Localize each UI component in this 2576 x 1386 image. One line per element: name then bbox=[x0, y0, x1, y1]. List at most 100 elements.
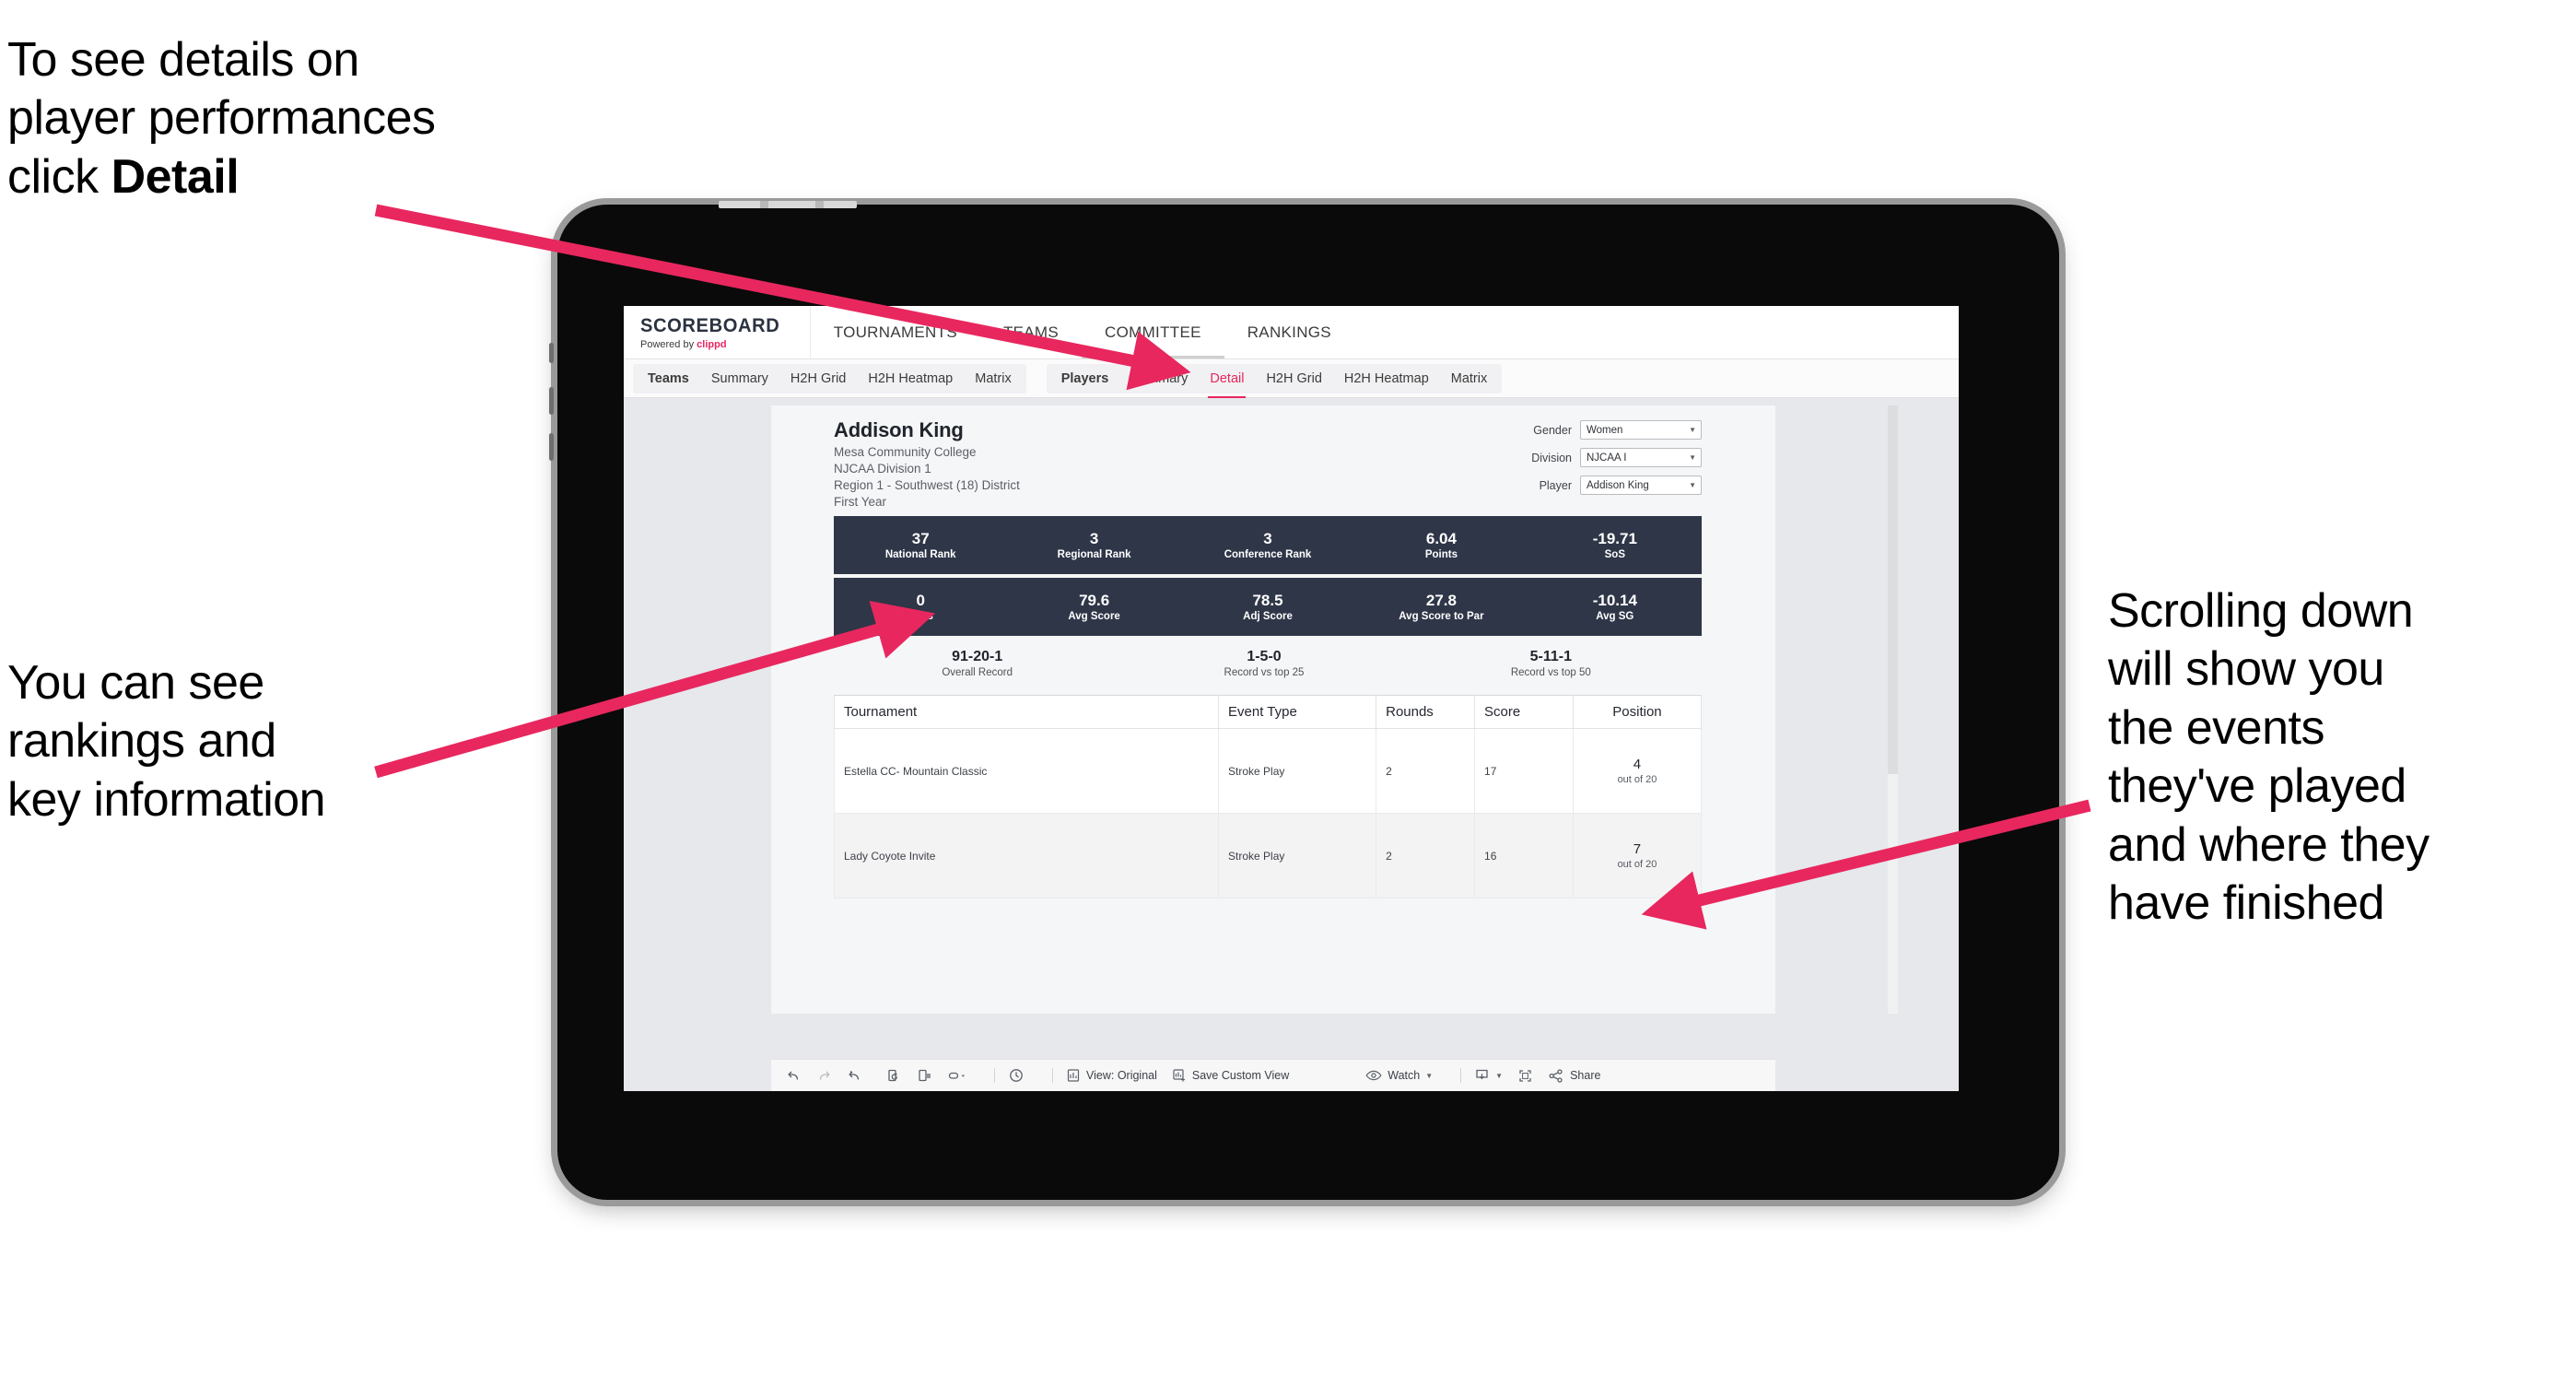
stat-label: SoS bbox=[1604, 549, 1626, 561]
vertical-scrollbar[interactable] bbox=[1888, 405, 1898, 1014]
events-table: Tournament Event Type Rounds Score Posit… bbox=[833, 695, 1703, 899]
position-value: 4 bbox=[1633, 757, 1642, 772]
player-region: Region 1 - Southwest (18) District bbox=[834, 478, 1020, 492]
subnav-teams-summary[interactable]: Summary bbox=[700, 364, 779, 393]
brand-subtitle: Powered by clippd bbox=[640, 339, 786, 350]
save-custom-view-button[interactable]: Save Custom View bbox=[1172, 1068, 1289, 1083]
stat-regional-rank: 3 Regional Rank bbox=[1007, 530, 1180, 561]
subnav-players-h2h-grid[interactable]: H2H Grid bbox=[1255, 364, 1332, 393]
filter-player-label: Player bbox=[1539, 478, 1572, 492]
save-custom-view-label: Save Custom View bbox=[1191, 1069, 1290, 1082]
column-header-tournament[interactable]: Tournament bbox=[833, 695, 1220, 729]
filter-panel: Gender Women ▼ Division NJCAA I ▼ Player… bbox=[1531, 420, 1702, 509]
stat-label: Wins bbox=[907, 611, 933, 623]
stat-conference-rank: 3 Conference Rank bbox=[1181, 530, 1354, 561]
subnav-players[interactable]: Players bbox=[1050, 364, 1120, 393]
stat-sos: -19.71 SoS bbox=[1528, 530, 1702, 561]
tablet-device-frame: SCOREBOARD Powered by clippd TOURNAMENTS… bbox=[549, 201, 2059, 1200]
cell-tournament: Lady Coyote Invite bbox=[833, 813, 1220, 899]
bottom-toolbar: View: Original Save Custom View Watch ▼ … bbox=[771, 1059, 1775, 1091]
stat-value: 3 bbox=[1263, 529, 1272, 547]
player-year: First Year bbox=[834, 495, 887, 509]
stat-value: 3 bbox=[1089, 529, 1099, 547]
nav-item-teams[interactable]: TEAMS bbox=[980, 306, 1082, 358]
stat-label: Adj Score bbox=[1243, 611, 1293, 623]
filter-division-select[interactable]: NJCAA I ▼ bbox=[1580, 448, 1702, 467]
tablet-speaker-grille bbox=[719, 201, 857, 208]
stat-label: Avg Score bbox=[1068, 611, 1120, 623]
refresh-data-button[interactable] bbox=[886, 1068, 902, 1084]
brand-title: SCOREBOARD bbox=[640, 314, 780, 336]
tablet-volume-up-button bbox=[549, 387, 554, 415]
revert-button[interactable] bbox=[847, 1068, 862, 1084]
subnav-players-summary[interactable]: Summary bbox=[1119, 364, 1199, 393]
report-content: Addison King Mesa Community College NJCA… bbox=[833, 418, 1703, 899]
record-overall: 91-20-1 Overall Record bbox=[834, 649, 1120, 678]
cell-score: 16 bbox=[1474, 813, 1574, 899]
view-original-button[interactable]: View: Original bbox=[1066, 1068, 1157, 1083]
scrollbar-thumb[interactable] bbox=[1888, 405, 1898, 774]
undo-button[interactable] bbox=[786, 1068, 802, 1084]
chevron-down-icon: ▼ bbox=[1495, 1071, 1504, 1080]
filter-player-select[interactable]: Addison King ▼ bbox=[1580, 476, 1702, 495]
redo-button[interactable] bbox=[816, 1068, 832, 1084]
nav-item-rankings[interactable]: RANKINGS bbox=[1224, 306, 1354, 358]
history-clock-button[interactable] bbox=[1008, 1067, 1025, 1084]
cell-tournament: Estella CC- Mountain Classic bbox=[833, 728, 1220, 814]
clippd-name: clippd bbox=[697, 338, 727, 350]
filter-division-value: NJCAA I bbox=[1587, 452, 1627, 464]
table-row[interactable]: Lady Coyote Invite Stroke Play 2 16 7 ou… bbox=[833, 813, 1703, 899]
cell-event-type: Stroke Play bbox=[1218, 728, 1377, 814]
pause-updates-button[interactable] bbox=[917, 1068, 932, 1084]
stat-value: 78.5 bbox=[1252, 591, 1283, 609]
stat-label: National Rank bbox=[884, 549, 956, 561]
fullscreen-button[interactable] bbox=[1517, 1068, 1533, 1084]
toolbar-divider bbox=[1052, 1068, 1053, 1083]
record-label: Overall Record bbox=[942, 667, 1013, 678]
stat-label: Avg Score to Par bbox=[1399, 611, 1484, 623]
brand-logo[interactable]: SCOREBOARD Powered by clippd bbox=[624, 306, 811, 358]
stat-value: -19.71 bbox=[1592, 529, 1637, 547]
annotation-right: Scrolling down will show you the events … bbox=[2108, 584, 2430, 931]
player-division: NJCAA Division 1 bbox=[834, 462, 931, 476]
stat-wins: 0 Wins bbox=[834, 592, 1007, 623]
report-canvas: Addison King Mesa Community College NJCA… bbox=[624, 398, 1959, 1057]
download-button[interactable]: ▼ bbox=[1474, 1068, 1503, 1084]
player-header: Addison King Mesa Community College NJCA… bbox=[834, 418, 1702, 509]
subnav-teams-h2h-grid[interactable]: H2H Grid bbox=[779, 364, 857, 393]
table-row[interactable]: Estella CC- Mountain Classic Stroke Play… bbox=[833, 728, 1703, 814]
stat-label: Regional Rank bbox=[1057, 549, 1131, 561]
subnav-teams[interactable]: Teams bbox=[637, 364, 700, 393]
column-header-position[interactable]: Position bbox=[1572, 695, 1703, 729]
stats-row-ranking: 37 National Rank 3 Regional Rank 3 Confe… bbox=[834, 516, 1702, 574]
record-value: 1-5-0 bbox=[1247, 649, 1282, 664]
share-button[interactable]: Share bbox=[1548, 1068, 1600, 1084]
subnav-players-matrix[interactable]: Matrix bbox=[1440, 364, 1498, 393]
tablet-volume-down-button bbox=[549, 433, 554, 461]
subnav-players-h2h-heatmap[interactable]: H2H Heatmap bbox=[1333, 364, 1440, 393]
subnav-teams-h2h-heatmap[interactable]: H2H Heatmap bbox=[857, 364, 964, 393]
player-name: Addison King bbox=[834, 418, 964, 441]
share-label: Share bbox=[1570, 1069, 1601, 1082]
nav-item-committee[interactable]: COMMITTEE bbox=[1082, 306, 1224, 358]
toolbar-divider bbox=[994, 1068, 995, 1083]
app-top-bar: SCOREBOARD Powered by clippd TOURNAMENTS… bbox=[624, 306, 1959, 359]
subnav-teams-matrix[interactable]: Matrix bbox=[964, 364, 1022, 393]
subnav-players-detail[interactable]: Detail bbox=[1199, 364, 1255, 398]
chevron-down-icon: ▼ bbox=[1425, 1071, 1434, 1080]
stats-row-scoring: 0 Wins 79.6 Avg Score 78.5 Adj Score 27.… bbox=[834, 578, 1702, 636]
watch-button[interactable]: Watch ▼ bbox=[1365, 1069, 1433, 1082]
cell-position: 7 out of 20 bbox=[1572, 813, 1703, 899]
filter-gender-select[interactable]: Women ▼ bbox=[1580, 420, 1702, 440]
stat-adj-score: 78.5 Adj Score bbox=[1181, 592, 1354, 623]
filter-division-label: Division bbox=[1531, 451, 1572, 464]
nav-item-tournaments[interactable]: TOURNAMENTS bbox=[811, 306, 980, 358]
column-header-score[interactable]: Score bbox=[1474, 695, 1574, 729]
column-header-event-type[interactable]: Event Type bbox=[1218, 695, 1377, 729]
table-header-row: Tournament Event Type Rounds Score Posit… bbox=[833, 695, 1703, 729]
tablet-screen: SCOREBOARD Powered by clippd TOURNAMENTS… bbox=[624, 306, 1959, 1091]
stat-value: 27.8 bbox=[1425, 591, 1457, 609]
pan-tool-button[interactable] bbox=[947, 1068, 966, 1084]
column-header-rounds[interactable]: Rounds bbox=[1376, 695, 1476, 729]
records-row: 91-20-1 Overall Record 1-5-0 Record vs t… bbox=[834, 649, 1702, 678]
